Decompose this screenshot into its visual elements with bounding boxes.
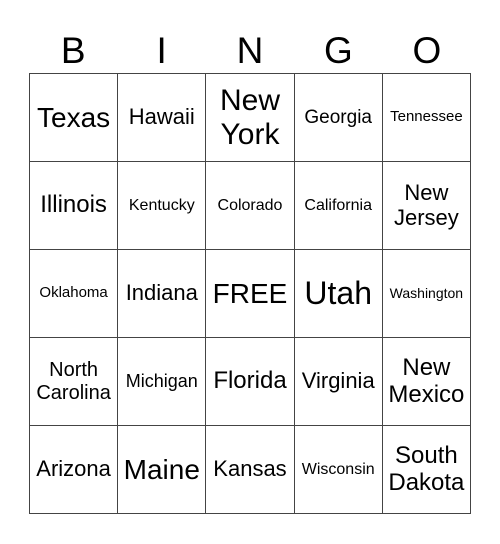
bingo-cell[interactable]: South Dakota	[382, 426, 471, 514]
header-letter-n: N	[236, 30, 264, 71]
header-letter-b: B	[60, 30, 86, 71]
bingo-cell[interactable]: Hawaii	[118, 74, 207, 162]
header-letter-o: O	[412, 30, 442, 71]
bingo-cell[interactable]: New Jersey	[382, 162, 471, 250]
bingo-cell[interactable]: Indiana	[118, 250, 207, 338]
bingo-cell[interactable]: Florida	[206, 338, 295, 426]
bingo-cell[interactable]: New York	[206, 74, 295, 162]
bingo-cell[interactable]: Georgia	[294, 74, 383, 162]
bingo-cell[interactable]: California	[294, 162, 383, 250]
bingo-cell[interactable]: Wisconsin	[294, 426, 383, 514]
bingo-cell[interactable]: Virginia	[294, 338, 383, 426]
bingo-cell[interactable]: Illinois	[30, 162, 119, 250]
bingo-grid: Texas Hawaii New York Georgia Tennessee …	[29, 73, 471, 514]
free-space[interactable]: FREE	[206, 250, 295, 338]
bingo-cell[interactable]: Oklahoma	[30, 250, 119, 338]
bingo-cell[interactable]: Utah	[294, 250, 383, 338]
bingo-cell[interactable]: Texas	[30, 74, 119, 162]
bingo-cell[interactable]: Michigan	[118, 338, 207, 426]
bingo-cell[interactable]: Kentucky	[118, 162, 207, 250]
header-letter-g: G	[324, 30, 353, 71]
bingo-cell[interactable]: North Carolina	[30, 338, 119, 426]
header-letter-i: I	[156, 30, 167, 71]
bingo-cell[interactable]: Colorado	[206, 162, 295, 250]
bingo-cell[interactable]: Arizona	[30, 426, 119, 514]
bingo-header: B I N G O	[29, 28, 471, 73]
bingo-cell[interactable]: Kansas	[206, 426, 295, 514]
bingo-cell[interactable]: Washington	[382, 250, 471, 338]
bingo-cell[interactable]: New Mexico	[382, 338, 471, 426]
bingo-cell[interactable]: Maine	[118, 426, 207, 514]
bingo-cell[interactable]: Tennessee	[382, 74, 471, 162]
